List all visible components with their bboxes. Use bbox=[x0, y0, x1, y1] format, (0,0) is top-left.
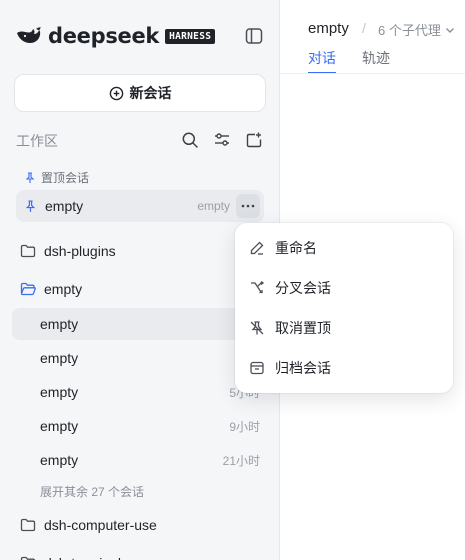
pin-icon bbox=[25, 171, 35, 183]
chat-row[interactable]: empty 5小时 bbox=[12, 376, 268, 408]
folder-dsh-terminal[interactable]: dsh-terminal bbox=[20, 551, 121, 560]
chat-time: 21小时 bbox=[222, 453, 260, 468]
menu-item-label: 取消置顶 bbox=[275, 320, 331, 336]
main-tabs: 对话 轨迹 bbox=[308, 48, 390, 74]
chat-title: empty bbox=[40, 316, 79, 332]
filter-sliders-icon[interactable] bbox=[213, 131, 231, 149]
folder-dsh-computer-use[interactable]: dsh-computer-use bbox=[20, 513, 157, 537]
chat-title: empty bbox=[40, 418, 79, 434]
chat-title: empty bbox=[40, 350, 79, 366]
folder-icon bbox=[20, 244, 36, 258]
new-chat-button[interactable]: 新会话 bbox=[14, 74, 266, 112]
menu-item-rename[interactable]: 重命名 bbox=[235, 228, 453, 268]
menu-item-label: 归档会话 bbox=[275, 360, 331, 376]
folder-dsh-plugins[interactable]: dsh-plugins bbox=[20, 239, 116, 263]
search-icon[interactable] bbox=[181, 131, 199, 149]
pinned-chat-meta: empty bbox=[197, 199, 230, 213]
brand-logo: deepseek HARNESS bbox=[16, 24, 216, 48]
title-separator: / bbox=[362, 20, 366, 36]
menu-item-label: 重命名 bbox=[275, 240, 317, 256]
fork-icon bbox=[251, 280, 265, 294]
subagents-label: 6 个子代理 bbox=[378, 23, 441, 38]
pinned-section-label: 置顶会话 bbox=[24, 169, 89, 186]
archive-icon bbox=[250, 361, 264, 375]
folder-label: dsh-computer-use bbox=[44, 517, 157, 533]
sidebar-toggle-icon[interactable] bbox=[244, 26, 264, 46]
tabs-divider bbox=[280, 73, 465, 74]
pencil-icon bbox=[250, 241, 264, 255]
expand-more-chats-link[interactable]: 展开其余 27 个会话 bbox=[40, 483, 144, 500]
chevron-down-icon bbox=[445, 27, 454, 33]
whale-logo-icon bbox=[17, 27, 41, 43]
new-chat-label: 新会话 bbox=[129, 85, 172, 101]
more-options-icon[interactable] bbox=[236, 194, 260, 218]
chat-row[interactable]: empty 21小时 bbox=[12, 444, 268, 476]
tab-trajectory[interactable]: 轨迹 bbox=[362, 48, 390, 74]
chat-title: empty bbox=[40, 452, 79, 468]
unpin-icon bbox=[250, 321, 264, 335]
pinned-chat-row[interactable]: empty empty bbox=[16, 190, 264, 222]
plus-circle-icon bbox=[109, 86, 123, 100]
tab-conversation[interactable]: 对话 bbox=[308, 48, 336, 74]
menu-item-label: 分叉会话 bbox=[275, 280, 331, 296]
brand-name: deepseek bbox=[48, 24, 160, 48]
folder-empty[interactable]: empty bbox=[20, 277, 82, 301]
pinned-chat-title: empty bbox=[45, 198, 84, 214]
subagents-dropdown[interactable]: 6 个子代理 bbox=[378, 20, 455, 39]
menu-item-unpin[interactable]: 取消置顶 bbox=[235, 308, 453, 348]
folder-label: dsh-terminal bbox=[44, 555, 121, 560]
chat-row[interactable]: empty 4 bbox=[12, 308, 268, 340]
conversation-title: empty bbox=[308, 20, 349, 37]
chat-row[interactable]: empty 9小时 bbox=[12, 410, 268, 442]
chat-time: 9小时 bbox=[229, 419, 260, 434]
menu-item-archive[interactable]: 归档会话 bbox=[235, 348, 453, 388]
chat-context-menu: 重命名 分叉会话 取消置顶 归档会话 bbox=[235, 223, 453, 393]
folder-icon bbox=[20, 556, 36, 560]
folder-label: dsh-plugins bbox=[44, 243, 116, 259]
folder-icon bbox=[20, 518, 36, 532]
new-folder-icon[interactable] bbox=[245, 131, 263, 149]
brand-badge: HARNESS bbox=[165, 28, 216, 44]
pin-icon bbox=[25, 199, 36, 212]
pinned-section-text: 置顶会话 bbox=[41, 171, 90, 185]
chat-title: empty bbox=[40, 384, 79, 400]
chat-row[interactable]: empty 4 bbox=[12, 342, 268, 374]
menu-item-fork[interactable]: 分叉会话 bbox=[235, 268, 453, 308]
folder-open-icon bbox=[20, 282, 36, 296]
workspace-title: 工作区 bbox=[16, 133, 58, 149]
folder-label: empty bbox=[44, 281, 83, 297]
